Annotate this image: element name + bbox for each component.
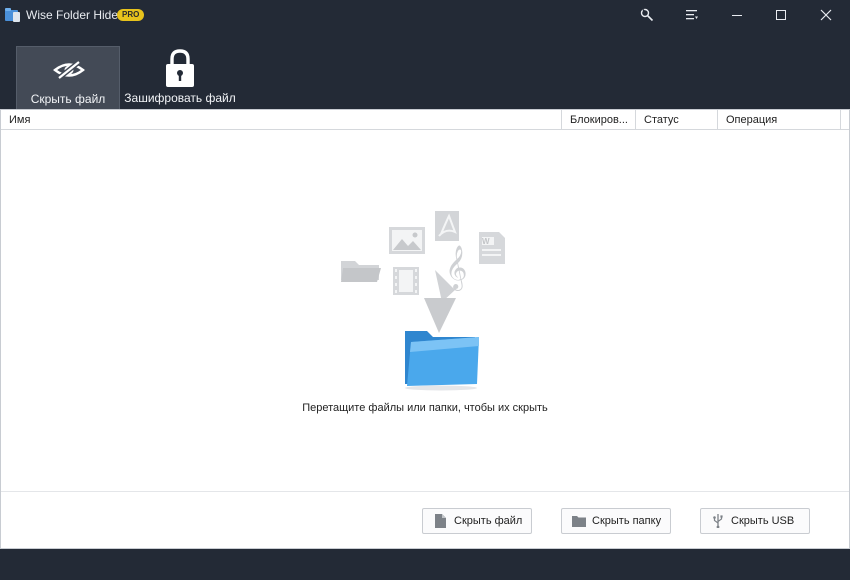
- maximize-button[interactable]: [758, 0, 804, 30]
- column-status[interactable]: Статус: [635, 110, 717, 129]
- column-filler: [840, 110, 849, 129]
- menu-button[interactable]: [669, 0, 715, 30]
- app-window: Wise Folder Hider PRO Скрыть файл Зашифр…: [0, 0, 850, 580]
- tab-hide-file-label: Скрыть файл: [30, 92, 106, 106]
- app-title: Wise Folder Hider: [26, 8, 123, 22]
- hide-file-button-label: Скрыть файл: [454, 515, 523, 527]
- menu-icon: [686, 10, 698, 20]
- video-file-icon: [393, 267, 419, 295]
- file-icon: [435, 514, 446, 528]
- pdf-file-icon: [435, 211, 459, 241]
- tab-hide-file[interactable]: Скрыть файл: [16, 46, 120, 109]
- maximize-icon: [776, 10, 786, 20]
- footer-divider: [1, 491, 849, 492]
- close-icon: [820, 9, 832, 21]
- word-file-icon: W: [479, 232, 505, 264]
- minimize-button[interactable]: [714, 0, 760, 30]
- folder-icon: [572, 516, 586, 527]
- usb-icon: [713, 514, 723, 528]
- status-bar: [0, 549, 850, 580]
- image-file-icon: [389, 227, 425, 254]
- tab-encrypt-file-label: Зашифровать файл: [124, 91, 236, 105]
- close-button[interactable]: [803, 0, 849, 30]
- hide-usb-button-label: Скрыть USB: [731, 515, 795, 527]
- column-name[interactable]: Имя: [1, 110, 561, 129]
- main-panel: Имя Блокиров... Статус Операция W 𝄞 Пере…: [0, 109, 850, 549]
- svg-text:W: W: [482, 237, 490, 246]
- hide-folder-button[interactable]: Скрыть папку: [561, 508, 671, 534]
- drop-zone-hint: Перетащите файлы или папки, чтобы их скр…: [302, 402, 548, 414]
- pro-badge: PRO: [117, 9, 145, 21]
- tools-icon: [640, 8, 654, 22]
- title-bar: Wise Folder Hider PRO: [0, 0, 850, 30]
- blue-folder-icon: [405, 331, 479, 391]
- hide-file-button[interactable]: Скрыть файл: [422, 508, 532, 534]
- hide-usb-button[interactable]: Скрыть USB: [700, 508, 810, 534]
- tab-encrypt-file[interactable]: Зашифровать файл: [124, 46, 236, 109]
- folder-outline-icon: [341, 261, 381, 282]
- minimize-icon: [732, 15, 742, 16]
- tools-button[interactable]: [624, 0, 670, 30]
- column-operation[interactable]: Операция: [717, 110, 840, 129]
- app-logo-icon: [5, 8, 20, 22]
- hidden-eye-icon: [53, 60, 85, 80]
- table-header: Имя Блокиров... Статус Операция: [1, 110, 849, 130]
- hide-folder-button-label: Скрыть папку: [592, 515, 662, 527]
- column-lock[interactable]: Блокиров...: [561, 110, 635, 129]
- lock-icon: [166, 49, 194, 87]
- drop-zone-illustration[interactable]: W 𝄞: [331, 206, 521, 396]
